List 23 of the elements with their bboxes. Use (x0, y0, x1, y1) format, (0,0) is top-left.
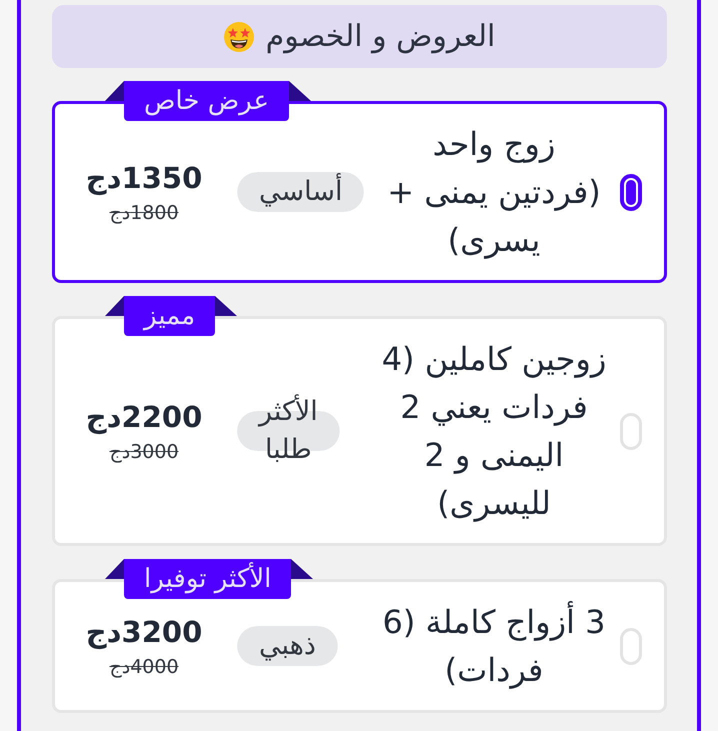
offer-title: 3 أزواج كاملة (6 فردات) (382, 600, 606, 691)
ribbon-label: مميز (124, 296, 216, 336)
price: 3200دج (86, 614, 202, 652)
star-eyed-face-icon (224, 22, 254, 52)
old-price: 4000دج (109, 655, 179, 680)
ribbon-label: عرض خاص (124, 81, 289, 121)
price: 2200دج (86, 399, 202, 436)
ribbon-label: الأكثر توفيرا (124, 559, 292, 599)
ribbon-fold-icon (105, 559, 124, 579)
offer-title: زوجين كاملين (4 فردات يعني 2 اليمنى و 2 لليسرى) (380, 339, 608, 524)
ribbon-fold-icon (105, 296, 124, 316)
radio-button[interactable] (620, 174, 642, 210)
ribbon-fold-icon (289, 81, 311, 101)
price: 1350دج (86, 160, 202, 198)
ribbon-fold-icon (215, 296, 238, 316)
offer-title: زوج واحد (فردتين يمنى + يسرى) (386, 124, 602, 261)
old-price: 1800دج (109, 201, 179, 226)
header-title: العروض و الخصوم (266, 19, 496, 54)
tag: أساسي (237, 172, 364, 212)
ribbon-fold-icon (105, 81, 124, 101)
old-price: 3000دج (109, 440, 179, 465)
ribbon-fold-icon (291, 559, 314, 579)
tag: ذهبي (237, 626, 338, 666)
